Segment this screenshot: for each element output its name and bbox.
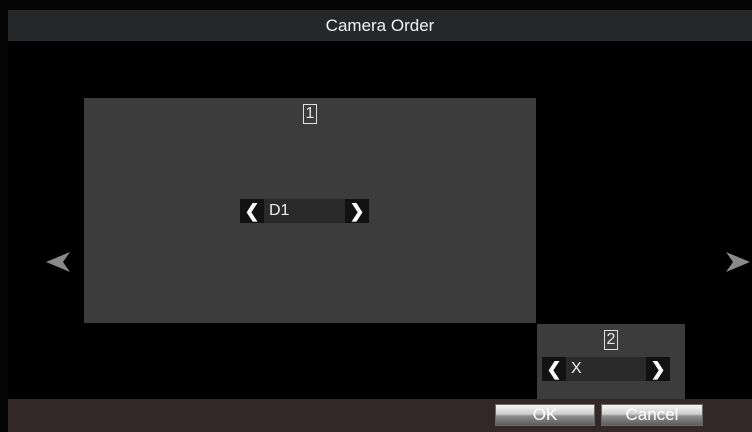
ok-button[interactable]: OK	[495, 404, 595, 426]
previous-page-arrow-icon[interactable]	[45, 251, 71, 278]
camera-value: D1	[264, 199, 345, 223]
camera-selector: ❮ X ❯	[542, 357, 670, 381]
next-camera-button[interactable]: ❯	[646, 357, 670, 381]
dialog-title-bar: Camera Order	[8, 10, 752, 41]
chevron-left-icon: ❮	[244, 200, 260, 221]
camera-value: X	[566, 357, 646, 381]
chevron-right-icon: ❯	[650, 358, 666, 379]
chevron-left-icon: ❮	[546, 358, 562, 379]
cancel-button[interactable]: Cancel	[601, 404, 703, 426]
screen-tile-1[interactable]: 1 ❮ D1 ❯	[84, 98, 536, 323]
previous-camera-button[interactable]: ❮	[240, 199, 264, 223]
screen-number: 2	[604, 330, 618, 350]
screen-tile-2[interactable]: 2 ❮ X ❯	[537, 324, 685, 399]
camera-selector: ❮ D1 ❯	[240, 199, 369, 223]
dialog-title: Camera Order	[325, 15, 435, 35]
chevron-right-icon: ❯	[349, 200, 365, 221]
next-camera-button[interactable]: ❯	[345, 199, 369, 223]
previous-camera-button[interactable]: ❮	[542, 357, 566, 381]
screen-number: 1	[303, 104, 317, 124]
next-page-arrow-icon[interactable]	[725, 251, 751, 278]
